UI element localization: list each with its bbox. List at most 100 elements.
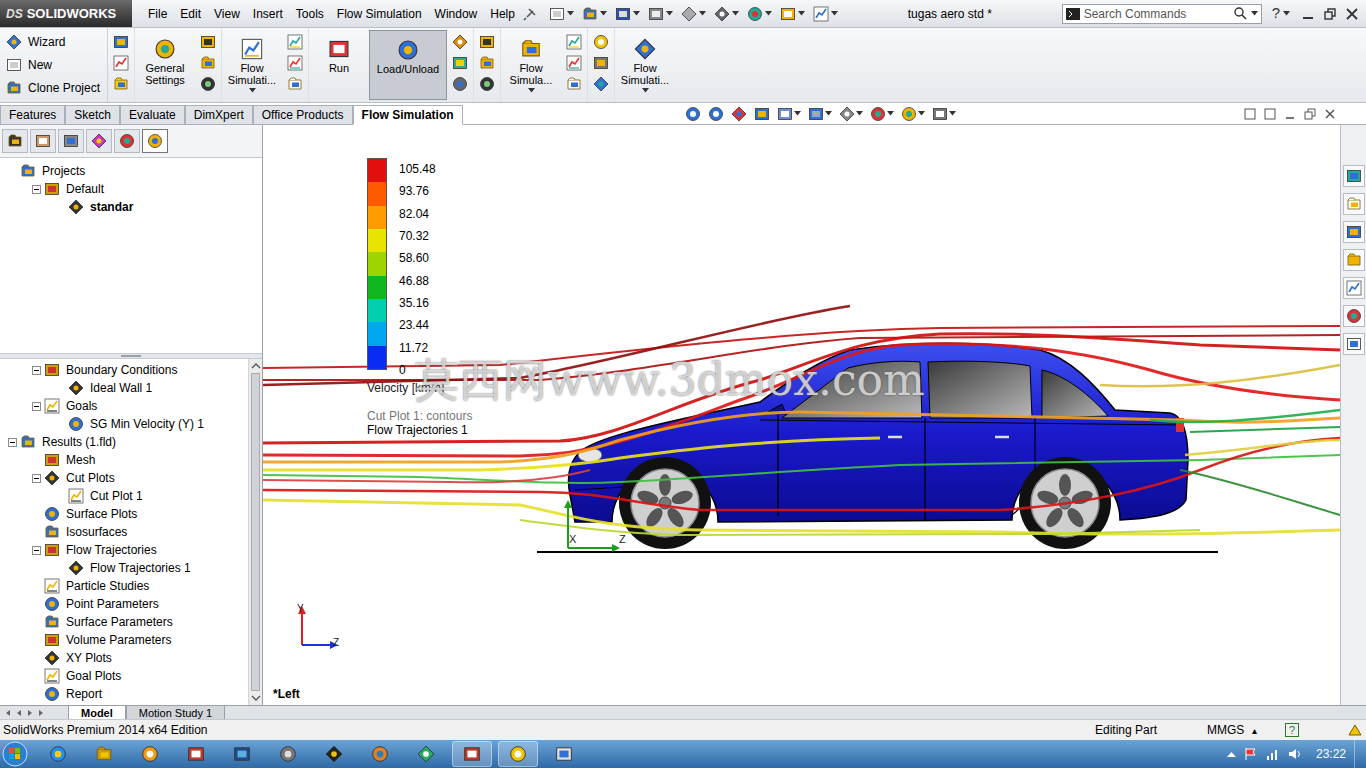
results-tree-item[interactable]: Flow Trajectories [0,541,248,559]
task-pane-tab[interactable] [1343,333,1365,355]
taskbar-app[interactable] [222,741,262,767]
view-tool[interactable] [708,106,724,122]
view-tool[interactable] [901,106,925,122]
dropdown-caret-icon[interactable] [831,11,838,16]
command-tab[interactable]: Sketch [65,105,120,125]
task-pane-tab[interactable] [1343,221,1365,243]
task-pane-tab[interactable] [1343,249,1365,271]
tab-scroll-icon[interactable] [37,709,45,717]
status-help[interactable]: ? [1285,723,1299,737]
units-selector[interactable]: MMGS▴ [1207,721,1285,739]
taskbar-app[interactable] [452,741,492,767]
search-icon[interactable] [1234,7,1247,20]
menu-item[interactable]: Edit [180,5,201,23]
dropdown-caret-icon[interactable] [798,11,805,16]
panel-tab[interactable] [30,129,56,153]
results-tree-item[interactable]: Results (1.fld) [0,433,248,451]
menu-item[interactable]: View [214,5,240,23]
viewport-button-icon[interactable] [1324,108,1336,120]
taskbar-app[interactable] [544,741,584,767]
dropdown-caret-icon[interactable] [918,111,925,116]
project-tree-item[interactable]: standar [0,198,262,216]
dropdown-caret-icon[interactable] [825,111,832,116]
command-tab[interactable]: Features [0,105,65,125]
expand-toggle[interactable] [32,185,41,194]
task-pane-tab[interactable] [1343,305,1365,327]
dropdown-caret-icon[interactable] [765,11,772,16]
view-tool[interactable] [808,106,832,122]
dropdown-caret-icon[interactable] [567,11,574,16]
quick-tool[interactable] [780,6,805,22]
command-tab[interactable]: Evaluate [120,105,185,125]
expand-toggle[interactable] [32,402,41,411]
menu-item[interactable]: Window [435,5,478,23]
view-tool[interactable] [731,106,747,122]
results-tree-item[interactable]: Point Parameters [0,595,248,613]
minimize-icon[interactable] [1302,8,1314,20]
menu-item[interactable]: Help [490,5,515,23]
bottom-tab[interactable]: Model [68,706,126,719]
results-tree-item[interactable]: SG Min Velocity (Y) 1 [0,415,248,433]
quick-tool[interactable] [549,6,574,22]
project-tree-item[interactable]: Projects [0,162,262,180]
results-tree-item[interactable]: Goal Plots [0,667,248,685]
scroll-up-icon[interactable] [249,359,263,373]
project-tree-item[interactable]: Default [0,180,262,198]
scroll-thumb[interactable] [251,373,260,691]
results-tree-item[interactable]: Particle Studies [0,577,248,595]
quick-tool[interactable] [813,6,838,22]
quick-tool[interactable] [648,6,673,22]
project-action[interactable]: Wizard [6,31,101,53]
taskbar-app[interactable] [314,741,354,767]
tab-scroll-icon[interactable] [4,709,12,717]
command-tab[interactable]: Flow Simulation [353,105,463,125]
quick-tool[interactable] [681,6,706,22]
taskbar-app[interactable] [406,741,446,767]
results-tree-item[interactable]: Flow Trajectories 1 [0,559,248,577]
panel-tab[interactable] [2,129,28,153]
bottom-tab[interactable]: Motion Study 1 [126,706,225,719]
command-button[interactable]: Run [309,30,369,100]
view-tool[interactable] [870,106,894,122]
results-tree-item[interactable]: Cut Plot 1 [0,487,248,505]
restore-icon[interactable] [1324,8,1336,20]
menu-item[interactable]: Flow Simulation [337,5,422,23]
project-action[interactable]: New [6,54,101,76]
results-tree-item[interactable]: Volume Parameters [0,631,248,649]
dropdown-caret-icon[interactable] [794,111,801,116]
viewport-button-icon[interactable] [1304,108,1316,120]
expand-toggle[interactable] [32,546,41,555]
command-tab[interactable]: DimXpert [185,105,253,125]
graphics-area[interactable]: 105.4893.7682.0470.3258.6046.8835.1623.4… [263,125,1340,705]
panel-tab[interactable] [58,129,84,153]
dropdown-caret-icon[interactable] [600,11,607,16]
results-tree-item[interactable]: Mesh [0,451,248,469]
rebuild-icon[interactable] [1347,723,1363,737]
task-pane-tab[interactable] [1343,165,1365,187]
task-pane-tab[interactable] [1343,277,1365,299]
dropdown-caret-icon[interactable] [666,11,673,16]
results-tree-item[interactable]: Surface Parameters [0,613,248,631]
expand-toggle[interactable] [32,474,41,483]
taskbar-app[interactable] [360,741,400,767]
action-center-icon[interactable] [1244,747,1258,761]
panel-tab[interactable] [114,129,140,153]
view-tool[interactable] [685,106,701,122]
search-box[interactable]: Search Commands [1062,4,1262,24]
tab-scroll-icon[interactable] [15,709,23,717]
taskbar-app[interactable] [38,741,78,767]
results-tree-item[interactable]: Goals [0,397,248,415]
menu-item[interactable]: File [148,5,167,23]
menu-item[interactable]: Tools [296,5,324,23]
quick-tool[interactable] [615,6,640,22]
tray-expand-icon[interactable] [1227,751,1236,758]
scroll-down-icon[interactable] [249,691,263,705]
command-button[interactable]: Load/Unload [369,30,447,100]
expand-toggle[interactable] [32,366,41,375]
project-action[interactable]: Clone Project [6,77,101,99]
panel-tab[interactable] [86,129,112,153]
quick-tool[interactable] [582,6,607,22]
quick-tool[interactable] [714,6,739,22]
command-tab[interactable]: Office Products [253,105,353,125]
show-desktop[interactable] [1354,740,1364,768]
